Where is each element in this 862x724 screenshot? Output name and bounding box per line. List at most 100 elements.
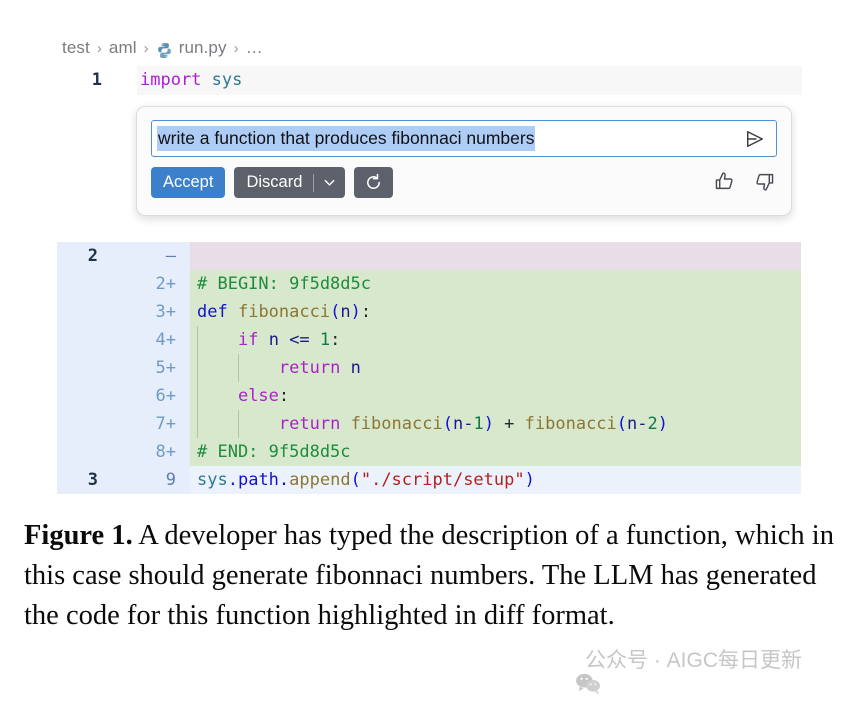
thumbs-down-icon[interactable] [753, 170, 776, 193]
diff-new-line-number: 4+ [105, 326, 190, 354]
chevron-down-icon[interactable] [323, 175, 336, 188]
code-token: : [279, 386, 289, 406]
code-token: path [238, 470, 279, 490]
diff-new-line-number: 7+ [105, 410, 190, 438]
feedback-controls [713, 170, 776, 193]
code-text-line-1[interactable]: import sys [140, 70, 242, 90]
code-token: ) [658, 414, 668, 434]
code-token: def [197, 302, 228, 322]
code-token: - [463, 414, 473, 434]
diff-code-cell[interactable]: # BEGIN: 9f5d8d5c [190, 270, 801, 298]
diff-code-cell[interactable]: def fibonacci(n): [190, 298, 801, 326]
code-token: 1 [473, 414, 483, 434]
accept-button-label: Accept [163, 173, 213, 192]
code-token: . [279, 470, 289, 490]
code-token: 2 [648, 414, 658, 434]
breadcrumb-separator: › [97, 40, 102, 57]
diff-row: 8+ # END: 9f5d8d5c [57, 438, 801, 466]
code-token: # END: 9f5d8d5c [197, 442, 351, 462]
diff-old-line-number [57, 410, 105, 438]
send-icon[interactable] [744, 129, 766, 149]
thumbs-up-icon[interactable] [713, 170, 736, 193]
diff-old-line-number [57, 298, 105, 326]
code-token: n [351, 358, 361, 378]
code-token: return [279, 358, 340, 378]
code-token: 1 [320, 330, 330, 350]
breadcrumb-separator: › [144, 40, 149, 57]
code-token: "./script/setup" [361, 470, 525, 490]
diff-row: 5+ return n [57, 354, 801, 382]
prompt-input[interactable]: write a function that produces fibonnaci… [151, 120, 777, 157]
popup-action-buttons: Accept Discard [151, 167, 393, 198]
code-token: sys [197, 470, 228, 490]
code-token: + [494, 414, 525, 434]
figure-caption-label: Figure 1. [24, 520, 133, 551]
code-token: sys [212, 70, 243, 90]
code-token: ( [617, 414, 627, 434]
diff-old-line-number [57, 326, 105, 354]
accept-button[interactable]: Accept [151, 167, 225, 198]
code-token [340, 358, 350, 378]
indent-guide [197, 382, 198, 410]
line-number-1: 1 [62, 70, 102, 90]
code-token: ) [351, 302, 361, 322]
diff-code-cell[interactable] [190, 242, 801, 270]
breadcrumb-item-aml[interactable]: aml [109, 38, 137, 58]
diff-row: 4+ if n <= 1: [57, 326, 801, 354]
breadcrumb: test › aml › run.py › … [62, 38, 263, 58]
figure-caption: Figure 1. A developer has typed the desc… [24, 516, 836, 636]
diff-code-cell[interactable]: # END: 9f5d8d5c [190, 438, 801, 466]
button-divider [313, 174, 314, 192]
diff-code-cell[interactable]: if n <= 1: [190, 326, 801, 354]
breadcrumb-separator: › [234, 40, 239, 57]
retry-button[interactable] [354, 167, 393, 198]
code-token: fibonacci [525, 414, 617, 434]
indent-guide [238, 410, 239, 438]
code-token [197, 386, 238, 406]
code-token: n [269, 330, 279, 350]
inline-chat-popup: write a function that produces fibonnaci… [136, 106, 792, 216]
code-token: fibonacci [238, 302, 330, 322]
diff-row: 3+def fibonacci(n): [57, 298, 801, 326]
discard-button-label: Discard [246, 173, 302, 192]
diff-new-line-number: 8+ [105, 438, 190, 466]
code-token [201, 70, 211, 90]
editor-screenshot: test › aml › run.py › … 1 import sys wri… [0, 0, 862, 500]
diff-row: 7+ return fibonacci(n-1) + fibonacci(n-2… [57, 410, 801, 438]
diff-view: 2—2+# BEGIN: 9f5d8d5c3+def fibonacci(n):… [57, 242, 801, 494]
code-token: - [637, 414, 647, 434]
indent-guide [197, 410, 198, 438]
diff-code-cell[interactable]: else: [190, 382, 801, 410]
code-token: ( [330, 302, 340, 322]
watermark-text: 公众号 · AIGC每日更新 [585, 644, 802, 674]
diff-old-line-number [57, 270, 105, 298]
figure-caption-text: A developer has typed the description of… [24, 520, 834, 631]
code-token [340, 414, 350, 434]
diff-new-line-number: 3+ [105, 298, 190, 326]
diff-new-line-number: 6+ [105, 382, 190, 410]
code-token: n [340, 302, 350, 322]
code-token: append [289, 470, 350, 490]
breadcrumb-item-file[interactable]: run.py [179, 38, 227, 58]
code-token: ) [525, 470, 535, 490]
breadcrumb-item-test[interactable]: test [62, 38, 90, 58]
breadcrumb-item-more[interactable]: … [246, 38, 263, 58]
discard-button[interactable]: Discard [234, 167, 345, 198]
diff-code-cell[interactable]: return n [190, 354, 801, 382]
code-token [197, 330, 238, 350]
code-token [258, 330, 268, 350]
diff-code-cell[interactable]: sys.path.append("./script/setup") [190, 466, 801, 494]
diff-code-cell[interactable]: return fibonacci(n-1) + fibonacci(n-2) [190, 410, 801, 438]
diff-new-line-number: 9 [105, 466, 190, 494]
diff-row: 2+# BEGIN: 9f5d8d5c [57, 270, 801, 298]
code-token: : [361, 302, 371, 322]
code-token: ( [443, 414, 453, 434]
watermark: 公众号 · AIGC每日更新 [552, 644, 802, 674]
indent-guide [197, 326, 198, 354]
diff-old-line-number: 2 [57, 242, 105, 270]
code-token [310, 330, 320, 350]
wechat-icon [552, 648, 578, 670]
prompt-input-value: write a function that produces fibonnaci… [157, 126, 535, 152]
diff-old-line-number: 3 [57, 466, 105, 494]
diff-row: 2— [57, 242, 801, 270]
